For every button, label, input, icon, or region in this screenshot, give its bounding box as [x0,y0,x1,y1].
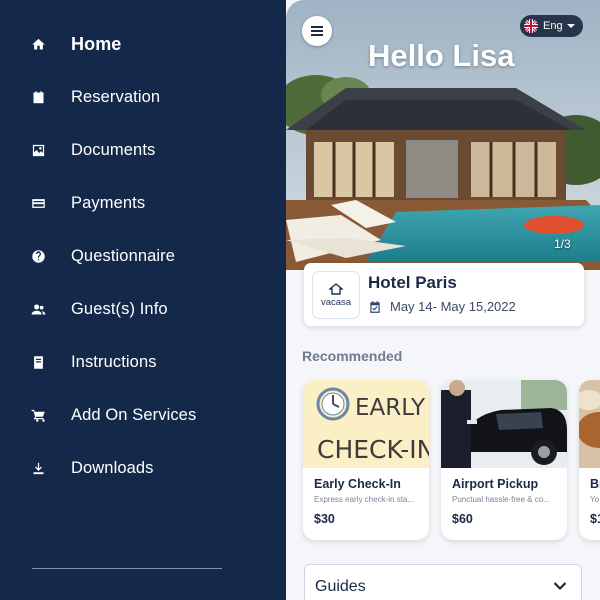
sidebar-item-questionnaire[interactable]: Questionnaire [0,230,286,283]
chevron-down-icon [566,24,575,28]
card-title: Br [590,477,600,491]
sidebar-item-label: Guest(s) Info [71,300,168,318]
sidebar-item-label: Documents [71,141,156,159]
people-icon [30,302,46,318]
sidebar-item-label: Reservation [71,88,161,106]
sidebar-item-label: Home [71,34,122,54]
card-description: Punctual hassle-free & co... [452,495,550,504]
language-selector[interactable]: Eng [520,15,583,37]
guides-label: Guides [315,578,366,595]
hotel-card[interactable]: vacasa Hotel Paris May 14- May 15,2022 [304,263,584,326]
card-title: Early Check-In [314,477,401,491]
card-price: $60 [452,512,473,526]
calendar-icon [30,90,46,106]
card-price: $1 [590,512,600,526]
sidebar-item-label: Payments [71,194,146,212]
greeting-title: Hello Lisa [368,38,515,73]
sidebar-item-guests-info[interactable]: Guest(s) Info [0,283,286,336]
home-icon [30,37,46,53]
house-logo-icon [329,282,343,295]
help-circle-icon [30,249,46,265]
download-icon [30,461,46,477]
book-icon [30,355,46,371]
service-card-partial[interactable]: Br Yo $1 [579,380,600,540]
service-card-early-checkin[interactable]: EARLY CHECK-IN Early Check-In Express ea… [303,380,429,540]
sidebar-item-label: Add On Services [71,406,197,424]
food-thumb [579,380,600,468]
sidebar-item-label: Instructions [71,353,157,371]
cart-icon [30,408,46,424]
card-price: $30 [314,512,335,526]
recommended-title: Recommended [302,348,403,364]
early-checkin-thumb: EARLY CHECK-IN [303,380,429,468]
sidebar-item-home[interactable]: Home [0,18,286,71]
sidebar-item-payments[interactable]: Payments [0,177,286,230]
sidebar-item-add-on-services[interactable]: Add On Services [0,389,286,442]
hotel-dates: May 14- May 15,2022 [368,299,516,314]
thumb-text-checkin: CHECK-IN [317,435,429,464]
image-counter: 1/3 [554,237,571,251]
uk-flag-icon [524,19,538,33]
date-range: May 14- May 15,2022 [390,299,516,314]
card-description: Express early check-in sta... [314,495,415,504]
card-title: Airport Pickup [452,477,539,491]
menu-button[interactable] [302,16,332,46]
sidebar-item-label: Questionnaire [71,247,176,265]
hero-image[interactable]: Eng Hello Lisa 1/3 [286,0,600,270]
thumb-text-early: EARLY [355,395,426,421]
hotel-logo: vacasa [312,271,360,319]
image-icon [30,143,46,159]
chevron-down-icon [553,582,567,591]
service-card-airport-pickup[interactable]: Airport Pickup Punctual hassle-free & co… [441,380,567,540]
guides-accordion[interactable]: Guides [304,564,582,600]
calendar-check-icon [370,300,380,313]
sidebar-item-reservation[interactable]: Reservation [0,71,286,124]
credit-card-icon [30,196,46,212]
app-pane: Eng Hello Lisa 1/3 vacasa Hotel Paris Ma… [286,0,600,600]
sidebar-item-instructions[interactable]: Instructions [0,336,286,389]
sidebar-item-downloads[interactable]: Downloads [0,442,286,495]
hotel-name: Hotel Paris [368,273,457,292]
sidebar-item-documents[interactable]: Documents [0,124,286,177]
hamburger-icon [311,26,323,36]
sidebar-divider [32,568,222,569]
sidebar: Home Reservation Documents Payments Ques… [0,0,286,600]
sidebar-nav: Home Reservation Documents Payments Ques… [0,18,286,495]
airport-pickup-thumb [441,380,567,468]
card-description: Yo [590,495,600,504]
logo-text: vacasa [320,296,352,308]
language-label: Eng [543,20,563,32]
sidebar-item-label: Downloads [71,459,154,477]
